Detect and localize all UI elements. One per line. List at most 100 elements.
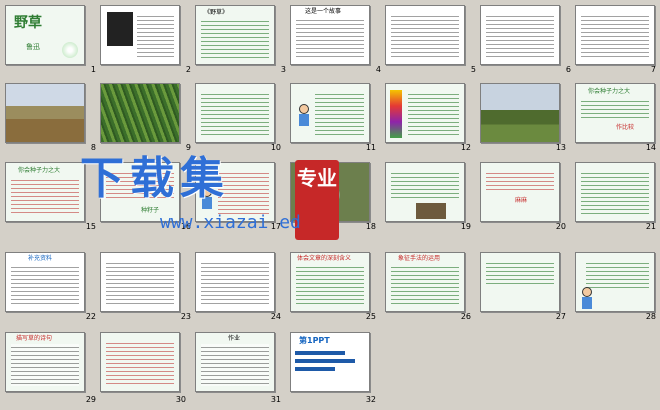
slide-body-text bbox=[106, 260, 174, 306]
slide-thumbnail-30[interactable] bbox=[100, 332, 180, 392]
slide-heading: 补充资料 bbox=[28, 255, 53, 262]
slide-number: 18 bbox=[365, 222, 376, 231]
slide-body-text bbox=[201, 91, 269, 137]
slide-number: 19 bbox=[460, 222, 471, 231]
slide-number: 14 bbox=[645, 143, 656, 152]
slide-heading: 体会文章的深刻含义 bbox=[297, 255, 352, 262]
slide-heading: 作业 bbox=[228, 335, 241, 342]
slide-number: 25 bbox=[365, 312, 376, 321]
slide-label: 麻麻 bbox=[515, 197, 528, 204]
slide-thumbnail-8[interactable] bbox=[5, 83, 85, 143]
seedling-photo bbox=[416, 203, 446, 219]
slide-thumbnail-2[interactable] bbox=[100, 5, 180, 65]
slide-body-text bbox=[391, 264, 459, 306]
logo-bar bbox=[295, 359, 355, 363]
slide-thumbnail-4[interactable]: 这是一个故事 bbox=[290, 5, 370, 65]
slide-body-text bbox=[296, 17, 364, 59]
slide-number: 30 bbox=[175, 395, 186, 404]
slide-body-text bbox=[486, 170, 554, 193]
slide-label: 作比较 bbox=[616, 124, 635, 131]
slide-thumbnail-20[interactable]: 麻麻 bbox=[480, 162, 560, 222]
logo-text: 第1PPT bbox=[299, 336, 330, 345]
slide-number: 2 bbox=[185, 65, 191, 74]
author-portrait-image bbox=[107, 12, 133, 46]
slide-thumbnail-7[interactable] bbox=[575, 5, 655, 65]
logo-bar bbox=[295, 351, 345, 355]
slide-number: 13 bbox=[555, 143, 566, 152]
slide-number: 27 bbox=[555, 312, 566, 321]
slide-thumbnail-3[interactable]: 《野草》 bbox=[195, 5, 275, 65]
slide-number: 10 bbox=[270, 143, 281, 152]
slide-thumbnail-6[interactable] bbox=[480, 5, 560, 65]
flower-decoration-icon bbox=[62, 42, 78, 58]
slide-number: 22 bbox=[85, 312, 96, 321]
slide-thumbnail-1[interactable]: 野草 鲁迅 bbox=[5, 5, 85, 65]
cartoon-girl-icon bbox=[582, 287, 592, 309]
slide-body-text bbox=[296, 264, 364, 306]
slide-thumbnail-13[interactable] bbox=[480, 83, 560, 143]
slide-body-text bbox=[11, 177, 79, 216]
slide-number: 21 bbox=[645, 222, 656, 231]
slide-body-text bbox=[201, 18, 269, 59]
slide-body-text bbox=[391, 170, 459, 199]
slide-body-text bbox=[11, 344, 79, 386]
slide-thumbnail-14[interactable]: 你会种子力之大 作比较 bbox=[575, 83, 655, 143]
slide-thumbnail-27[interactable] bbox=[480, 252, 560, 312]
slide-thumbnail-9[interactable] bbox=[100, 83, 180, 143]
slide-heading: 你会种子力之大 bbox=[18, 167, 61, 174]
slide-body-text bbox=[315, 91, 364, 137]
slide-body-text bbox=[581, 170, 649, 216]
slide-heading: 你会种子力之大 bbox=[588, 88, 631, 95]
slide-thumbnail-5[interactable] bbox=[385, 5, 465, 65]
slide-number: 24 bbox=[270, 312, 281, 321]
slide-number: 28 bbox=[645, 312, 656, 321]
slide-body-text bbox=[391, 13, 459, 59]
slide-heading: 这是一个故事 bbox=[305, 8, 342, 15]
slide-author: 鲁迅 bbox=[26, 43, 40, 51]
slide-thumbnail-19[interactable] bbox=[385, 162, 465, 222]
slide-thumbnail-10[interactable] bbox=[195, 83, 275, 143]
slide-number: 3 bbox=[280, 65, 286, 74]
watermark-seal: 专业 bbox=[295, 160, 339, 240]
slide-number: 23 bbox=[180, 312, 191, 321]
slide-number: 11 bbox=[365, 143, 376, 152]
slide-thumbnail-32[interactable]: 第1PPT bbox=[290, 332, 370, 392]
slide-thumbnail-15[interactable]: 你会种子力之大 bbox=[5, 162, 85, 222]
slide-number: 32 bbox=[365, 395, 376, 404]
slide-body-text bbox=[11, 264, 79, 306]
slide-sorter-view: 野草 鲁迅 1 2 《野草》 3 这是一个故事 4 5 6 7 8 9 10 1… bbox=[0, 0, 660, 410]
slide-number: 31 bbox=[270, 395, 281, 404]
slide-number: 7 bbox=[650, 65, 656, 74]
slide-thumbnail-11[interactable] bbox=[290, 83, 370, 143]
slide-body-text bbox=[486, 260, 554, 287]
slide-number: 20 bbox=[555, 222, 566, 231]
slide-body-text bbox=[586, 260, 649, 291]
slide-thumbnail-25[interactable]: 体会文章的深刻含义 bbox=[290, 252, 370, 312]
slide-body-text bbox=[201, 344, 269, 386]
slide-title: 野草 bbox=[14, 15, 42, 31]
slide-heading: 《野草》 bbox=[204, 9, 229, 16]
slide-heading: 象征手法的运用 bbox=[398, 255, 441, 262]
slide-thumbnail-29[interactable]: 描写草的诗句 bbox=[5, 332, 85, 392]
cartoon-girl-icon bbox=[299, 104, 309, 126]
slide-number: 26 bbox=[460, 312, 471, 321]
slide-thumbnail-22[interactable]: 补充资料 bbox=[5, 252, 85, 312]
slide-label: 种籽子 bbox=[141, 207, 160, 214]
slide-thumbnail-21[interactable] bbox=[575, 162, 655, 222]
slide-thumbnail-28[interactable] bbox=[575, 252, 655, 312]
slide-heading: 描写草的诗句 bbox=[16, 335, 53, 342]
slide-thumbnail-31[interactable]: 作业 bbox=[195, 332, 275, 392]
slide-body-text bbox=[201, 260, 269, 306]
slide-thumbnail-23[interactable] bbox=[100, 252, 180, 312]
slide-body-text bbox=[137, 13, 174, 59]
slide-thumbnail-26[interactable]: 象征手法的运用 bbox=[385, 252, 465, 312]
slide-number: 15 bbox=[85, 222, 96, 231]
colorful-strip-image bbox=[390, 90, 402, 138]
slide-body-text bbox=[581, 98, 649, 120]
slide-thumbnail-24[interactable] bbox=[195, 252, 275, 312]
slide-number: 29 bbox=[85, 395, 96, 404]
watermark-text: 下载集 bbox=[80, 153, 230, 204]
slide-thumbnail-12[interactable] bbox=[385, 83, 465, 143]
slide-number: 12 bbox=[460, 143, 471, 152]
slide-body-text bbox=[486, 13, 554, 59]
